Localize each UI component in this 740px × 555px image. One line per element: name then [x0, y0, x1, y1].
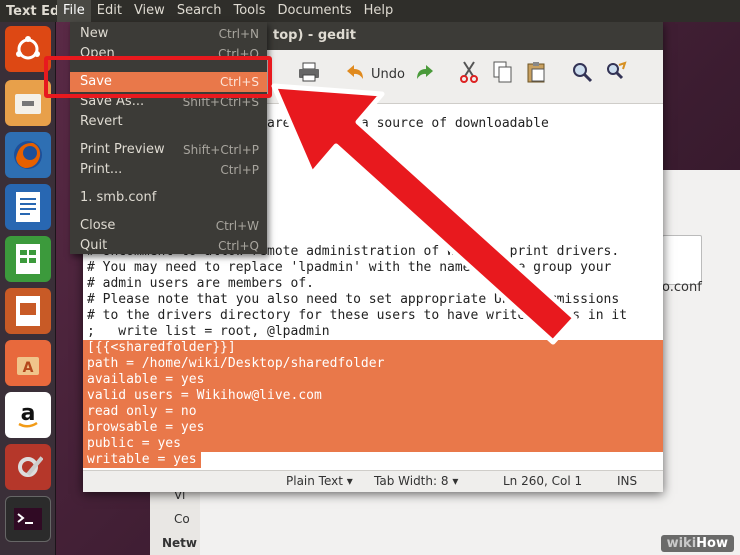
watermark-part: wiki — [666, 536, 697, 551]
watermark-part: How — [696, 536, 728, 551]
wikihow-watermark: wikiHow — [660, 535, 734, 552]
annotation-arrow — [271, 83, 578, 345]
